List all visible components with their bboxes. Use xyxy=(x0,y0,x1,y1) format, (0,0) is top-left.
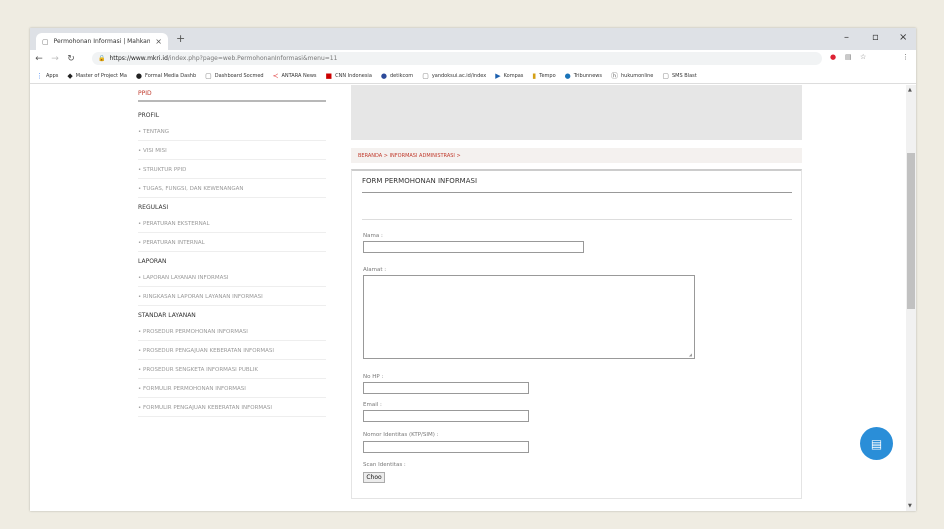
section-title: STANDAR LAYANAN xyxy=(138,312,196,319)
sidebar-item-peraturan-internal[interactable]: • PERATURAN INTERNAL xyxy=(138,233,326,252)
banner xyxy=(351,85,802,140)
menu-icon[interactable]: ⋮ xyxy=(902,53,909,61)
bookmark-item[interactable]: ▢ yandoksui.ac.id/index xyxy=(422,72,486,80)
page-icon: ▢ xyxy=(422,71,429,80)
scrollbar-thumb[interactable] xyxy=(907,153,915,309)
choose-file-button[interactable]: Choo xyxy=(363,472,385,483)
sidebar-item-prosedur-sengketa[interactable]: • PROSEDUR SENGKETA INFORMASI PUBLIK xyxy=(138,360,326,379)
tab-title: Permohonan Informasi | Mahkam xyxy=(53,38,151,45)
sidebar-menu: PPID PROFIL • TENTANG • VISI MISI • STRU… xyxy=(138,85,326,417)
sidebar-item-formulir-keberatan[interactable]: • FORMULIR PENGAJUAN KEBERATAN INFORMASI xyxy=(138,398,326,417)
tab-strip: ▢ Permohonan Informasi | Mahkam × + – ▫ … xyxy=(30,28,916,50)
browser-window: ▢ Permohonan Informasi | Mahkam × + – ▫ … xyxy=(30,28,916,511)
bookmark-item[interactable]: ≺ ANTARA News xyxy=(273,72,317,80)
new-tab-icon[interactable]: + xyxy=(176,33,185,45)
bookmark-item[interactable]: ▶ Kompas xyxy=(495,72,523,80)
alamat-label: Alamat : xyxy=(363,267,387,273)
tribun-icon: ● xyxy=(564,71,571,80)
bookmark-item[interactable]: ▮ Tempo xyxy=(532,72,555,80)
email-input[interactable] xyxy=(363,410,529,422)
sidebar-item-tentang[interactable]: • TENTANG xyxy=(138,122,326,141)
sidebar-item-struktur[interactable]: • STRUKTUR PPID xyxy=(138,160,326,179)
page-icon: ▢ xyxy=(662,71,669,80)
page-icon: ▢ xyxy=(42,37,49,46)
bookmark-star-icon[interactable]: ☆ xyxy=(860,53,866,61)
bookmarks-bar: ⋮ Apps ◆ Master of Project Ma ● Formal Medi… xyxy=(30,68,916,84)
nomor-identitas-input[interactable] xyxy=(363,441,529,453)
scroll-up-icon[interactable]: ▲ xyxy=(908,87,912,93)
bookmark-item[interactable]: ⓗ hukumonline xyxy=(611,71,653,81)
sidebar-item-formulir-permohonan[interactable]: • FORMULIR PERMOHONAN INFORMASI xyxy=(138,379,326,398)
page-icon: ▢ xyxy=(205,71,212,80)
browser-tab[interactable]: ▢ Permohonan Informasi | Mahkam × xyxy=(36,33,168,50)
diamond-icon: ◆ xyxy=(67,71,73,80)
form-title: FORM PERMOHONAN INFORMASI xyxy=(362,177,478,185)
no-hp-label: No HP : xyxy=(363,374,384,380)
sidebar-item-ringkasan-laporan[interactable]: • RINGKASAN LAPORAN LAYANAN INFORMASI xyxy=(138,287,326,306)
reload-icon[interactable]: ↻ xyxy=(64,54,78,64)
url-host: https://www.mkri.id xyxy=(109,55,168,62)
nama-label: Nama : xyxy=(363,233,383,239)
tempo-icon: ▮ xyxy=(532,71,537,80)
section-title: PROFIL xyxy=(138,112,160,119)
maximize-icon[interactable]: ▫ xyxy=(872,32,879,44)
extension-icon[interactable]: ▤ xyxy=(845,53,852,61)
forward-icon[interactable]: → xyxy=(48,54,62,64)
circle-icon: ● xyxy=(135,71,143,80)
extension-icon[interactable]: ● xyxy=(830,53,836,61)
back-icon[interactable]: ← xyxy=(32,54,46,64)
breadcrumb[interactable]: BERANDA > INFORMASI ADMINISTRASI > xyxy=(351,148,802,163)
bookmark-item[interactable]: ⋮ Apps xyxy=(36,72,58,80)
section-title: LAPORAN xyxy=(138,258,167,265)
scroll-down-icon[interactable]: ▼ xyxy=(908,503,912,509)
bookmark-item[interactable]: ● detikcom xyxy=(381,72,413,80)
close-tab-icon[interactable]: × xyxy=(155,37,162,46)
bookmark-item[interactable]: ◆ Master of Project Ma xyxy=(67,72,127,80)
section-title: REGULASI xyxy=(138,204,169,211)
address-row: ← → ↻ 🔒 https://www.mkri.id/index.php?pa… xyxy=(30,50,916,68)
divider xyxy=(362,192,792,193)
web-page: PPID PROFIL • TENTANG • VISI MISI • STRU… xyxy=(30,85,916,511)
bookmark-item[interactable]: ■ CNN Indonesia xyxy=(326,72,372,80)
request-form: FORM PERMOHONAN INFORMASI Nama : Alamat … xyxy=(351,169,802,499)
scrollbar[interactable]: ▲ ▼ xyxy=(906,85,916,511)
sidebar-header: PPID xyxy=(138,85,326,102)
hukumonline-icon: ⓗ xyxy=(611,71,618,80)
resize-handle-icon[interactable]: ◢ xyxy=(689,352,692,357)
bookmark-item[interactable]: ▢ SMS Blast xyxy=(662,72,696,80)
lock-icon: 🔒 xyxy=(98,55,106,62)
sidebar-item-prosedur-permohonan[interactable]: • PROSEDUR PERMOHONAN INFORMASI xyxy=(138,322,326,341)
apps-icon: ⋮ xyxy=(36,71,43,80)
sidebar-item-tugas[interactable]: • TUGAS, FUNGSI, DAN KEWENANGAN xyxy=(138,179,326,198)
sidebar-item-peraturan-eksternal[interactable]: • PERATURAN EKSTERNAL xyxy=(138,214,326,233)
sidebar-item-prosedur-keberatan[interactable]: • PROSEDUR PENGAJUAN KEBERATAN INFORMASI xyxy=(138,341,326,360)
antara-icon: ≺ xyxy=(272,71,279,80)
scan-identitas-label: Scan Identitas : xyxy=(363,462,406,468)
bookmark-item[interactable]: ● Formal Media Dashb xyxy=(136,72,196,80)
alamat-textarea[interactable]: ◢ xyxy=(363,275,695,359)
nomor-identitas-label: Nomor Identitas (KTP/SIM) : xyxy=(363,432,439,438)
detik-icon: ● xyxy=(380,71,387,80)
cnn-icon: ■ xyxy=(325,71,333,80)
sidebar-item-laporan-layanan[interactable]: • LAPORAN LAYANAN INFORMASI xyxy=(138,268,326,287)
chat-icon: ▤ xyxy=(870,436,883,451)
email-label: Email : xyxy=(363,402,382,408)
url-path: /index.php?page=web.PermohonanInformasi&… xyxy=(167,55,338,62)
bookmark-item[interactable]: ● Tribunnews xyxy=(565,72,602,80)
no-hp-input[interactable] xyxy=(363,382,529,394)
minimize-icon[interactable]: – xyxy=(844,32,849,44)
sidebar-item-visi-misi[interactable]: • VISI MISI xyxy=(138,141,326,160)
bookmark-item[interactable]: ▢ Dashboard Socmed xyxy=(205,72,263,80)
kompas-icon: ▶ xyxy=(495,71,501,80)
nama-input[interactable] xyxy=(363,241,584,253)
close-window-icon[interactable]: × xyxy=(899,32,907,44)
address-bar[interactable]: 🔒 https://www.mkri.id/index.php?page=web… xyxy=(92,52,822,65)
chat-button[interactable]: ▤ xyxy=(860,427,893,460)
main-content: BERANDA > INFORMASI ADMINISTRASI > FORM … xyxy=(351,85,802,499)
divider xyxy=(362,219,792,220)
